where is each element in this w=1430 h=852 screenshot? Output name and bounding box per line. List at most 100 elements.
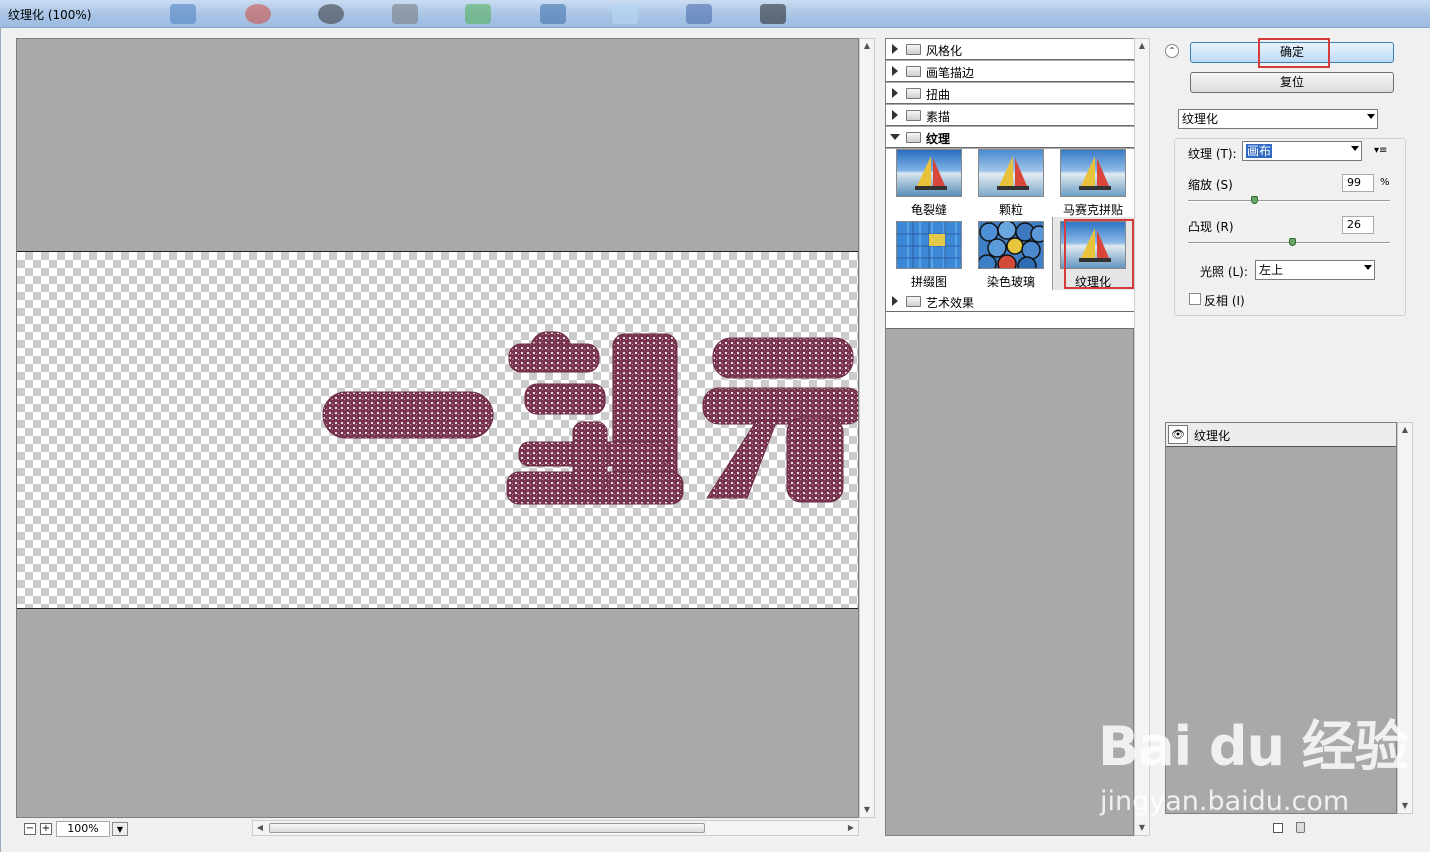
scroll-down-arrow-icon[interactable]: ▼ xyxy=(1135,821,1149,835)
craquelure-thumbnail[interactable] xyxy=(896,149,962,197)
zoom-controls: − + 100% ▼ xyxy=(20,820,252,838)
expand-triangle-icon xyxy=(892,110,898,120)
category-stylize[interactable]: 风格化 xyxy=(886,39,1134,60)
folder-icon xyxy=(906,66,921,77)
filter-label: 拼缀图 xyxy=(910,275,947,289)
category-label: 艺术效果 xyxy=(926,296,975,310)
title-bar: 纹理化 (100%) xyxy=(0,0,1430,28)
tile-grid-icon xyxy=(897,222,961,268)
filter-label: 颗粒 xyxy=(998,203,1023,217)
patchwork-thumbnail[interactable] xyxy=(896,221,962,269)
scroll-down-arrow-icon[interactable]: ▼ xyxy=(1398,799,1412,813)
collapse-gallery-icon[interactable]: ⌃ xyxy=(1165,44,1179,58)
scroll-left-arrow-icon[interactable]: ◀ xyxy=(253,821,267,835)
filter-label: 龟裂缝 xyxy=(910,203,947,217)
app-icon-2 xyxy=(540,4,566,24)
relief-input[interactable]: 26 xyxy=(1342,216,1374,234)
scroll-right-arrow-icon[interactable]: ▶ xyxy=(844,821,858,835)
light-label: 光照 (L): xyxy=(1200,265,1248,279)
scaling-slider-thumb[interactable] xyxy=(1250,196,1258,204)
tool-icon xyxy=(392,4,418,24)
sailboat-icon xyxy=(997,156,1029,190)
folder-icon xyxy=(906,296,921,307)
trash-icon[interactable] xyxy=(1296,822,1305,833)
expand-triangle-icon xyxy=(892,296,898,306)
folder-icon xyxy=(906,110,921,121)
preview-vertical-scrollbar[interactable]: ▲ ▼ xyxy=(859,38,875,818)
baidu-watermark-logo: Bai du 经验 xyxy=(1098,715,1409,778)
sailboat-icon xyxy=(1079,156,1111,190)
zoom-level-field[interactable]: 100% xyxy=(56,821,110,837)
stained-glass-icon xyxy=(979,222,1043,268)
app-icon-3 xyxy=(612,4,638,24)
collapse-triangle-icon xyxy=(890,134,900,140)
reset-button[interactable]: 复位 xyxy=(1190,72,1394,93)
sailboat-icon xyxy=(915,156,947,190)
horizontal-scroll-thumb[interactable] xyxy=(269,823,705,833)
expand-triangle-icon xyxy=(892,88,898,98)
filter-select-value: 纹理化 xyxy=(1182,112,1219,126)
invert-checkbox[interactable] xyxy=(1189,293,1201,305)
light-select[interactable]: 左上 xyxy=(1255,260,1375,280)
eye-icon[interactable]: 👁 xyxy=(1168,425,1188,444)
scroll-up-arrow-icon[interactable]: ▲ xyxy=(1135,39,1149,53)
media-icon xyxy=(318,4,344,24)
filter-label: 染色玻璃 xyxy=(986,275,1035,289)
folder-open-icon xyxy=(906,132,921,143)
category-label: 风格化 xyxy=(926,44,963,58)
scaling-input[interactable]: 99 xyxy=(1342,174,1374,192)
baidu-watermark-url: jingyan.baidu.com xyxy=(1100,786,1350,817)
relief-slider-thumb[interactable] xyxy=(1289,238,1297,246)
category-label: 扭曲 xyxy=(926,88,951,102)
zoom-dropdown-arrow-icon[interactable]: ▼ xyxy=(112,822,128,836)
texture-label: 纹理 (T): xyxy=(1188,147,1237,161)
scaling-unit: % xyxy=(1380,177,1390,188)
light-select-value: 左上 xyxy=(1259,263,1284,277)
stained-glass-thumbnail[interactable] xyxy=(978,221,1044,269)
scaling-slider-track[interactable] xyxy=(1188,200,1390,202)
expand-triangle-icon xyxy=(892,44,898,54)
scroll-up-arrow-icon[interactable]: ▲ xyxy=(1398,423,1412,437)
expand-triangle-icon xyxy=(892,66,898,76)
zoom-in-button[interactable]: + xyxy=(40,823,52,835)
chevron-down-icon xyxy=(1364,265,1372,270)
filter-gallery: 风格化 画笔描边 扭曲 素描 纹理 龟裂缝 颗粒 马赛克拼贴 拼缀图 染色玻璃 … xyxy=(885,38,1134,836)
effect-layer-row[interactable]: 👁 纹理化 xyxy=(1166,423,1396,447)
grain-thumbnail[interactable] xyxy=(978,149,1044,197)
zoom-out-button[interactable]: − xyxy=(24,823,36,835)
preview-area[interactable] xyxy=(16,38,859,818)
preview-canvas xyxy=(17,251,858,609)
category-sketch[interactable]: 素描 xyxy=(886,105,1134,126)
category-label: 纹理 xyxy=(926,132,951,146)
chevron-down-icon xyxy=(1351,146,1359,151)
preview-horizontal-scrollbar[interactable]: ◀ ▶ xyxy=(252,820,859,836)
texture-select[interactable]: 画布 xyxy=(1242,141,1362,161)
textured-text-artwork xyxy=(322,331,858,505)
category-label: 素描 xyxy=(926,110,951,124)
effect-layer-label: 纹理化 xyxy=(1194,429,1231,443)
category-brush-strokes[interactable]: 画笔描边 xyxy=(886,61,1134,82)
mosaic-tiles-thumbnail[interactable] xyxy=(1060,149,1126,197)
folder-icon xyxy=(906,88,921,99)
category-label: 画笔描边 xyxy=(926,66,975,80)
scaling-label: 缩放 (S) xyxy=(1188,178,1233,192)
new-effect-layer-icon[interactable] xyxy=(1273,823,1283,833)
texture-menu-icon[interactable]: ▾≡ xyxy=(1374,145,1387,156)
filter-select[interactable]: 纹理化 xyxy=(1178,109,1378,129)
category-texture[interactable]: 纹理 xyxy=(886,127,1134,148)
window-title: 纹理化 (100%) xyxy=(8,8,92,22)
scroll-up-arrow-icon[interactable]: ▲ xyxy=(860,39,874,53)
chevron-down-icon xyxy=(1367,114,1375,119)
browser-icon xyxy=(245,4,271,24)
texture-select-value: 画布 xyxy=(1246,144,1273,158)
app-icon xyxy=(465,4,491,24)
folder-icon xyxy=(906,44,921,55)
taskbar-app-icon xyxy=(170,4,196,24)
relief-label: 凸现 (R) xyxy=(1188,220,1234,234)
scroll-down-arrow-icon[interactable]: ▼ xyxy=(860,803,874,817)
terminal-icon xyxy=(760,4,786,24)
category-distort[interactable]: 扭曲 xyxy=(886,83,1134,104)
category-artistic[interactable]: 艺术效果 xyxy=(886,291,1134,312)
filter-label: 马赛克拼贴 xyxy=(1062,203,1123,217)
network-icon xyxy=(686,4,712,24)
